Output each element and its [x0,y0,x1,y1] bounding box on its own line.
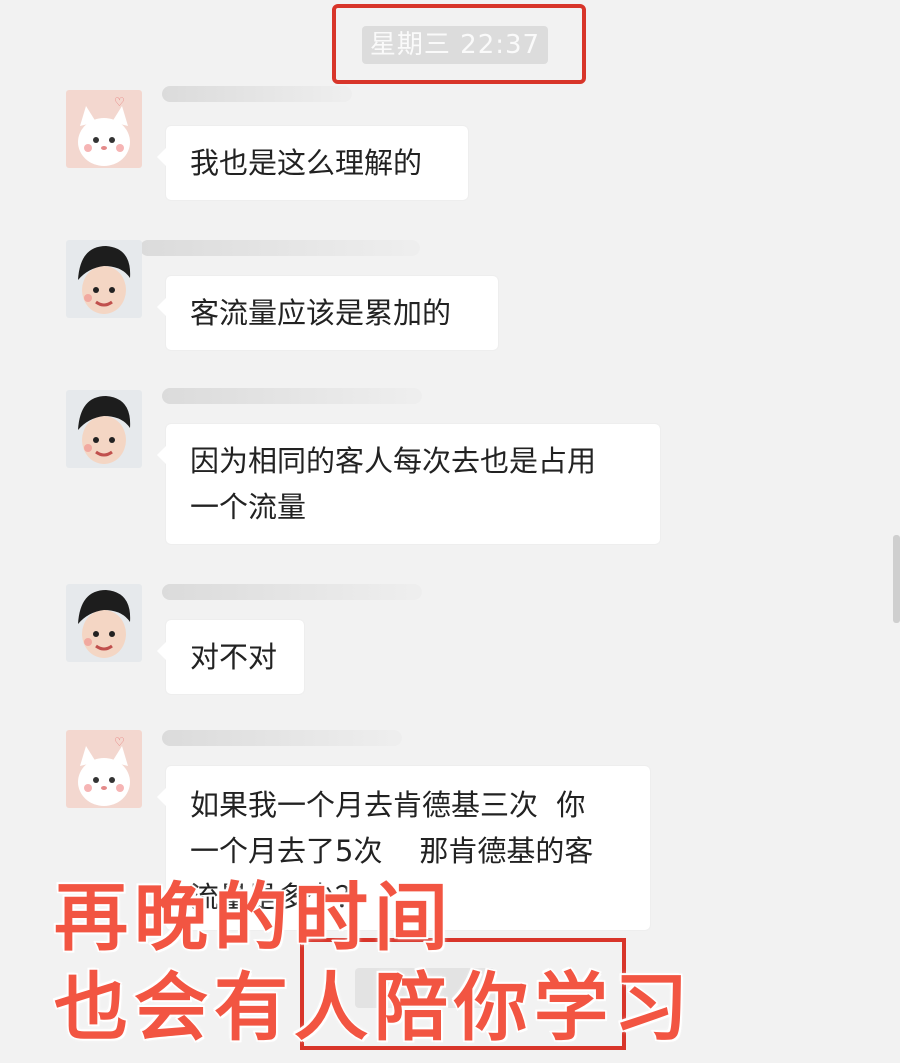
message-text-line: 如果我一个月去肯德基三次 你 [190,788,586,822]
message-bubble: 客流量应该是累加的 [157,276,498,350]
message-text-line: 一个流量 [190,490,307,524]
boy-avatar[interactable] [66,240,142,318]
cat-avatar[interactable]: ♡ [66,90,142,168]
sender-name-blurred [162,730,402,746]
cat-avatar[interactable]: ♡ [66,730,142,808]
boy-avatar[interactable] [66,584,142,662]
boy-avatar[interactable] [66,390,142,468]
message-text: 对不对 [190,640,278,674]
message-text-line: 因为相同的客人每次去也是占用 [190,444,597,478]
message-bubble: 因为相同的客人每次去也是占用 一个流量 [157,424,660,544]
message-text: 我也是这么理解的 [190,146,423,180]
caption-line-2: 也会有人陪你学习 [53,964,694,1053]
sender-name-blurred [140,240,420,256]
timestamp-highlight-box: 星期三 22:37 [332,4,586,84]
timestamp-label: 星期三 22:37 [362,26,548,64]
message-bubble: 我也是这么理解的 [157,126,468,200]
scrollbar-thumb[interactable] [893,535,900,623]
message-text: 客流量应该是累加的 [190,296,452,330]
sender-name-blurred [162,86,352,102]
message-bubble: 对不对 [157,620,304,694]
svg-text:♡: ♡ [114,735,125,749]
sender-name-blurred [162,584,422,600]
svg-text:♡: ♡ [114,95,125,109]
sender-name-blurred [162,388,422,404]
